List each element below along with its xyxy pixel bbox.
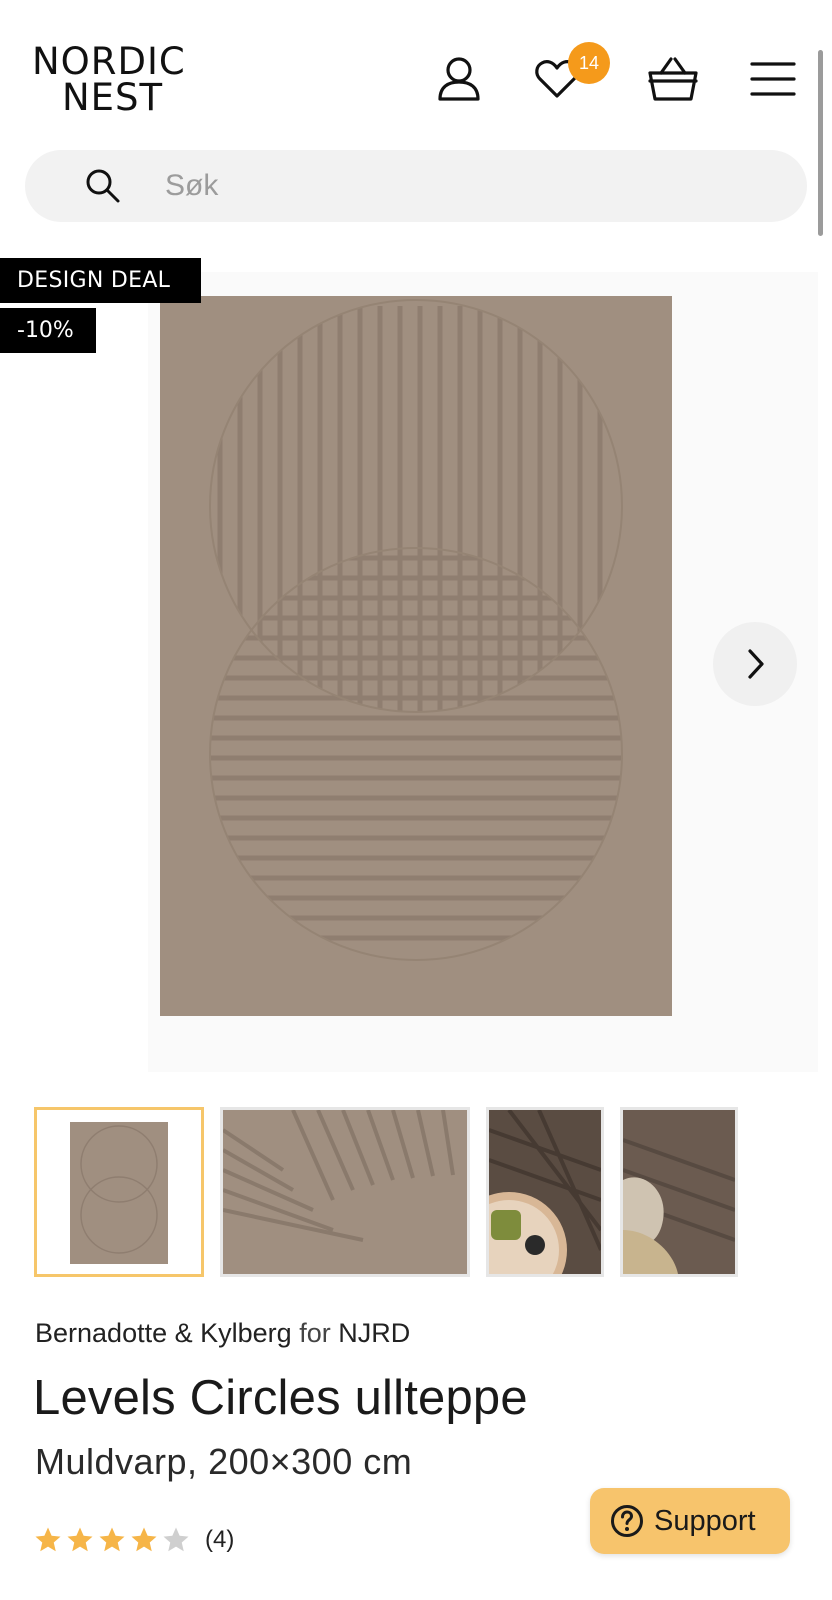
discount-badge: -10% bbox=[0, 308, 96, 353]
page-scrollbar[interactable] bbox=[818, 50, 823, 236]
star-icon bbox=[99, 1527, 125, 1552]
design-deal-badge: DESIGN DEAL bbox=[0, 258, 201, 303]
support-label: Support bbox=[654, 1504, 756, 1537]
brand-line: Bernadotte & Kylberg for NJRD bbox=[35, 1318, 410, 1349]
star-icon bbox=[35, 1527, 61, 1552]
question-circle-icon bbox=[611, 1505, 643, 1537]
brand-name[interactable]: Bernadotte & Kylberg bbox=[35, 1318, 292, 1348]
thumbnail-4[interactable] bbox=[620, 1107, 738, 1277]
thumbnail-1[interactable] bbox=[34, 1107, 204, 1277]
nordic-nest-logo[interactable]: NORDIC NEST bbox=[32, 40, 202, 119]
star-icon bbox=[131, 1527, 157, 1552]
product-main-image[interactable] bbox=[160, 296, 672, 1016]
maker-name[interactable]: NJRD bbox=[338, 1318, 410, 1348]
thumbnail-2[interactable] bbox=[220, 1107, 470, 1277]
menu-icon[interactable] bbox=[746, 52, 800, 106]
star-icon bbox=[67, 1527, 93, 1552]
star-empty-icon bbox=[163, 1527, 189, 1552]
rating-count: (4) bbox=[205, 1526, 235, 1553]
product-title: Levels Circles ullteppe bbox=[33, 1371, 528, 1425]
search-icon[interactable] bbox=[83, 166, 123, 206]
logo-line-1: NORDIC bbox=[32, 40, 186, 83]
product-rating[interactable]: (4) bbox=[33, 1522, 234, 1558]
basket-icon[interactable] bbox=[646, 52, 700, 106]
for-word: for bbox=[299, 1318, 331, 1348]
search-input[interactable] bbox=[165, 169, 725, 203]
wishlist-count-badge: 14 bbox=[568, 42, 610, 84]
thumbnail-3[interactable] bbox=[486, 1107, 604, 1277]
next-image-button[interactable] bbox=[713, 622, 797, 706]
header: NORDIC NEST 14 bbox=[0, 0, 832, 140]
support-button[interactable]: Support bbox=[590, 1488, 790, 1554]
thumbnail-strip bbox=[0, 1107, 832, 1277]
logo-line-2: NEST bbox=[62, 76, 164, 119]
chevron-right-icon bbox=[748, 649, 764, 679]
account-icon[interactable] bbox=[432, 52, 486, 106]
search-bar[interactable] bbox=[25, 150, 807, 222]
product-variant: Muldvarp, 200×300 cm bbox=[35, 1441, 413, 1482]
